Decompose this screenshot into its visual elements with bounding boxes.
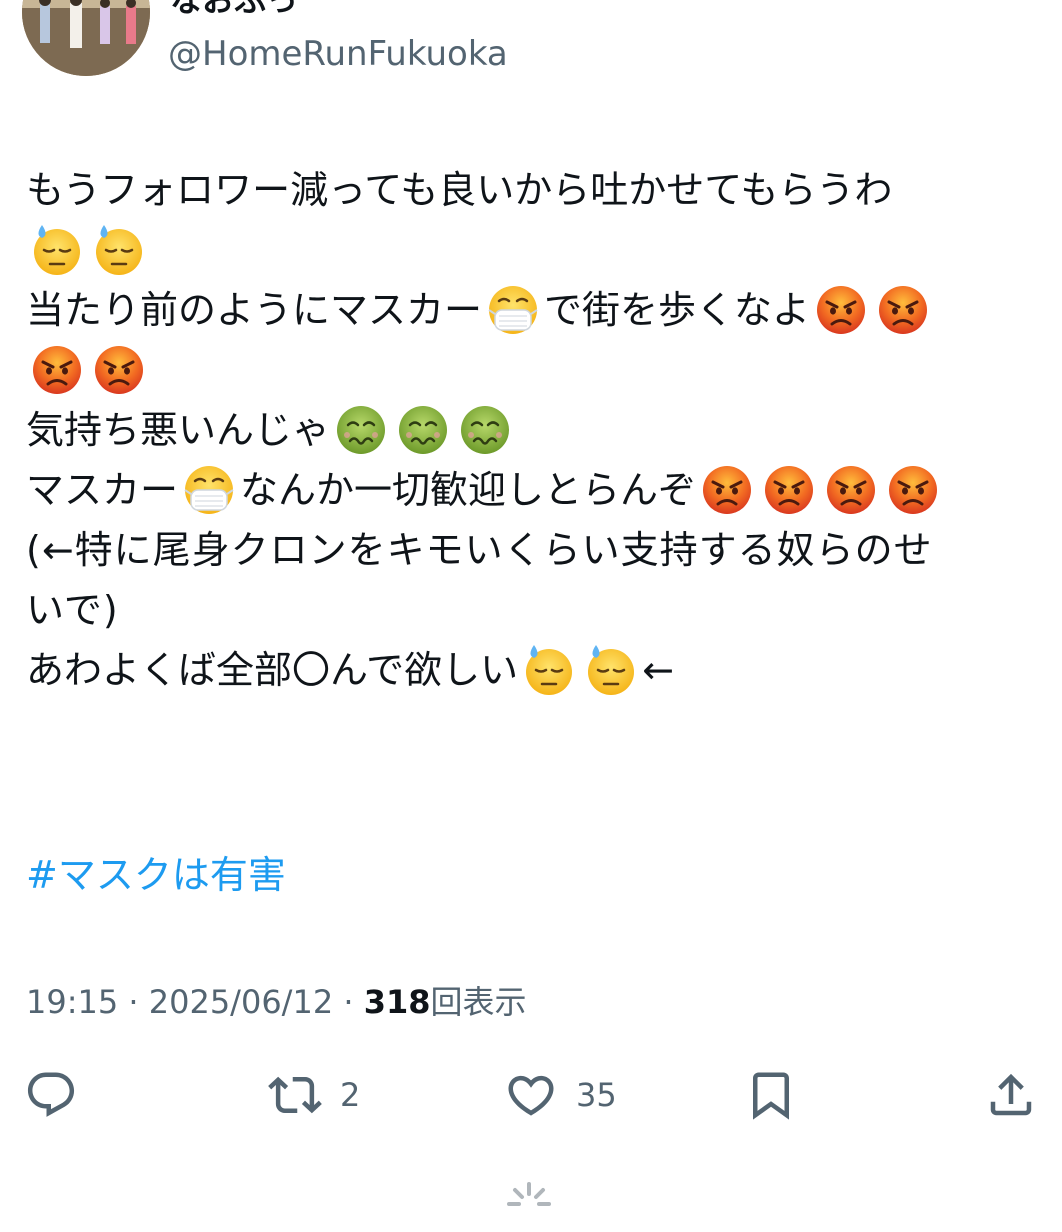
timestamp[interactable]: 19:15 · 2025/06/12 ·: [26, 983, 364, 1021]
tweet-line-text: 気持ち悪いんじゃ: [26, 408, 331, 452]
retweet-icon: [268, 1068, 322, 1122]
tweet-line-text: 当たり前のようにマスカー: [26, 288, 483, 332]
tweet-line-text: なんか一切歓迎しとらんぞ: [240, 468, 697, 512]
tweet-text: もうフォロワー減っても良いから吐かせてもらうわ 当たり前のようにマスカー で街を歩く…: [26, 160, 1036, 700]
user-handle[interactable]: @HomeRunFukuoka: [168, 34, 508, 74]
tweet-line: 気持ち悪いんじゃ: [26, 400, 1036, 460]
angry-emoji: [814, 283, 868, 337]
tweet-line-text: ←: [642, 648, 674, 692]
nauseated-emoji: [396, 403, 450, 457]
mask-emoji: [486, 283, 540, 337]
view-count: 318: [363, 983, 431, 1021]
tweet-line-text: いで): [26, 588, 119, 632]
tweet-line: [26, 340, 1036, 400]
like-count: 35: [576, 1076, 617, 1114]
heart-icon: [504, 1068, 558, 1122]
reply-icon: [24, 1068, 78, 1122]
downcast-sweat-emoji: [92, 223, 146, 277]
tweet-line-text: あわよくば全部〇んで欲しい: [26, 648, 519, 692]
tweet-meta: 19:15 · 2025/06/12 · 318回表示: [26, 982, 527, 1022]
share-button[interactable]: [984, 1060, 1038, 1130]
angry-emoji: [824, 463, 878, 517]
tweet-line: あわよくば全部〇んで欲しい ←: [26, 640, 1036, 700]
retweet-button[interactable]: 2: [268, 1060, 360, 1130]
loading-spinner-icon: [505, 1180, 553, 1228]
bookmark-icon: [744, 1068, 798, 1122]
tweet-line-text: (←特に尾身クロンをキモいくらい支持する奴らのせ: [26, 528, 933, 572]
like-button[interactable]: 35: [504, 1060, 617, 1130]
avatar[interactable]: [22, 0, 150, 76]
angry-emoji: [876, 283, 930, 337]
tweet-line: 当たり前のようにマスカー で街を歩くなよ: [26, 280, 1036, 340]
tweet-line-text: で街を歩くなよ: [544, 288, 811, 332]
tweet-line-text: マスカー: [26, 468, 179, 512]
nauseated-emoji: [334, 403, 388, 457]
angry-emoji: [700, 463, 754, 517]
tweet-line: いで): [26, 580, 1036, 640]
action-bar: 2 35: [0, 1060, 1062, 1130]
tweet-line: マスカー なんか一切歓迎しとらんぞ: [26, 460, 1036, 520]
reply-button[interactable]: [24, 1060, 78, 1130]
angry-emoji: [30, 343, 84, 397]
display-name[interactable]: なおふっ: [170, 0, 298, 18]
bookmark-button[interactable]: [744, 1060, 798, 1130]
view-label: 回表示: [430, 983, 527, 1021]
mask-emoji: [182, 463, 236, 517]
hashtag-link[interactable]: #マスクは有害: [26, 850, 286, 900]
downcast-sweat-emoji: [584, 643, 638, 697]
tweet-line: [26, 220, 1036, 280]
tweet-line: (←特に尾身クロンをキモいくらい支持する奴らのせ: [26, 520, 1036, 580]
angry-emoji: [762, 463, 816, 517]
tweet-line: もうフォロワー減っても良いから吐かせてもらうわ: [26, 160, 1036, 220]
tweet-line-text: もうフォロワー減っても良いから吐かせてもらうわ: [26, 168, 893, 212]
downcast-sweat-emoji: [522, 643, 576, 697]
share-icon: [984, 1068, 1038, 1122]
downcast-sweat-emoji: [30, 223, 84, 277]
angry-emoji: [92, 343, 146, 397]
nauseated-emoji: [458, 403, 512, 457]
retweet-count: 2: [340, 1076, 361, 1114]
angry-emoji: [886, 463, 940, 517]
